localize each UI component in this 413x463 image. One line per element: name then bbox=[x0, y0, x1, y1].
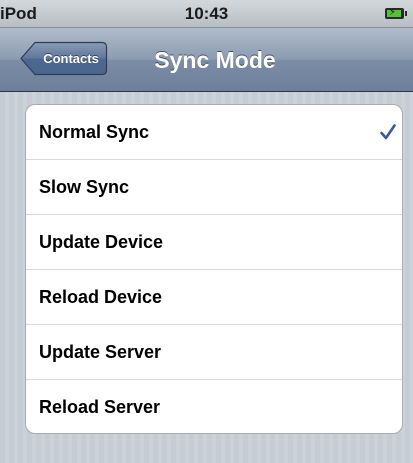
content-area: Normal Sync Slow Sync Update Device Relo… bbox=[0, 92, 413, 463]
sync-mode-label: Slow Sync bbox=[39, 177, 130, 197]
sync-mode-label: Update Device bbox=[39, 232, 164, 252]
page-title: Sync Mode bbox=[154, 47, 276, 73]
back-button-contacts[interactable]: Contacts bbox=[20, 41, 108, 76]
checkmark-icon bbox=[380, 124, 396, 140]
sync-mode-row-normal-sync[interactable]: Normal Sync bbox=[26, 105, 402, 160]
sync-mode-row-update-server[interactable]: Update Server bbox=[26, 325, 402, 380]
sync-mode-list: Normal Sync Slow Sync Update Device Relo… bbox=[25, 104, 403, 434]
sync-mode-label: Normal Sync bbox=[39, 122, 150, 142]
navigation-bar: Contacts Sync Mode bbox=[0, 28, 413, 92]
sync-mode-row-update-device[interactable]: Update Device bbox=[26, 215, 402, 270]
status-time: 10:43 bbox=[184, 4, 229, 23]
sync-mode-row-reload-server[interactable]: Reload Server bbox=[26, 380, 402, 433]
sync-mode-label: Reload Device bbox=[39, 287, 163, 307]
back-button-label: Contacts bbox=[43, 51, 99, 66]
sync-mode-label: Reload Server bbox=[39, 397, 161, 417]
sync-mode-row-slow-sync[interactable]: Slow Sync bbox=[26, 160, 402, 215]
sync-mode-label: Update Server bbox=[39, 342, 162, 362]
sync-mode-row-reload-device[interactable]: Reload Device bbox=[26, 270, 402, 325]
status-bar: iPod 10:43 ⚡ bbox=[0, 0, 413, 28]
charging-bolt-icon: ⚡ bbox=[389, 7, 397, 18]
screen: iPod 10:43 ⚡ Contacts Sync Mode Normal S… bbox=[0, 0, 413, 463]
battery-charging-icon: ⚡ bbox=[385, 7, 407, 19]
